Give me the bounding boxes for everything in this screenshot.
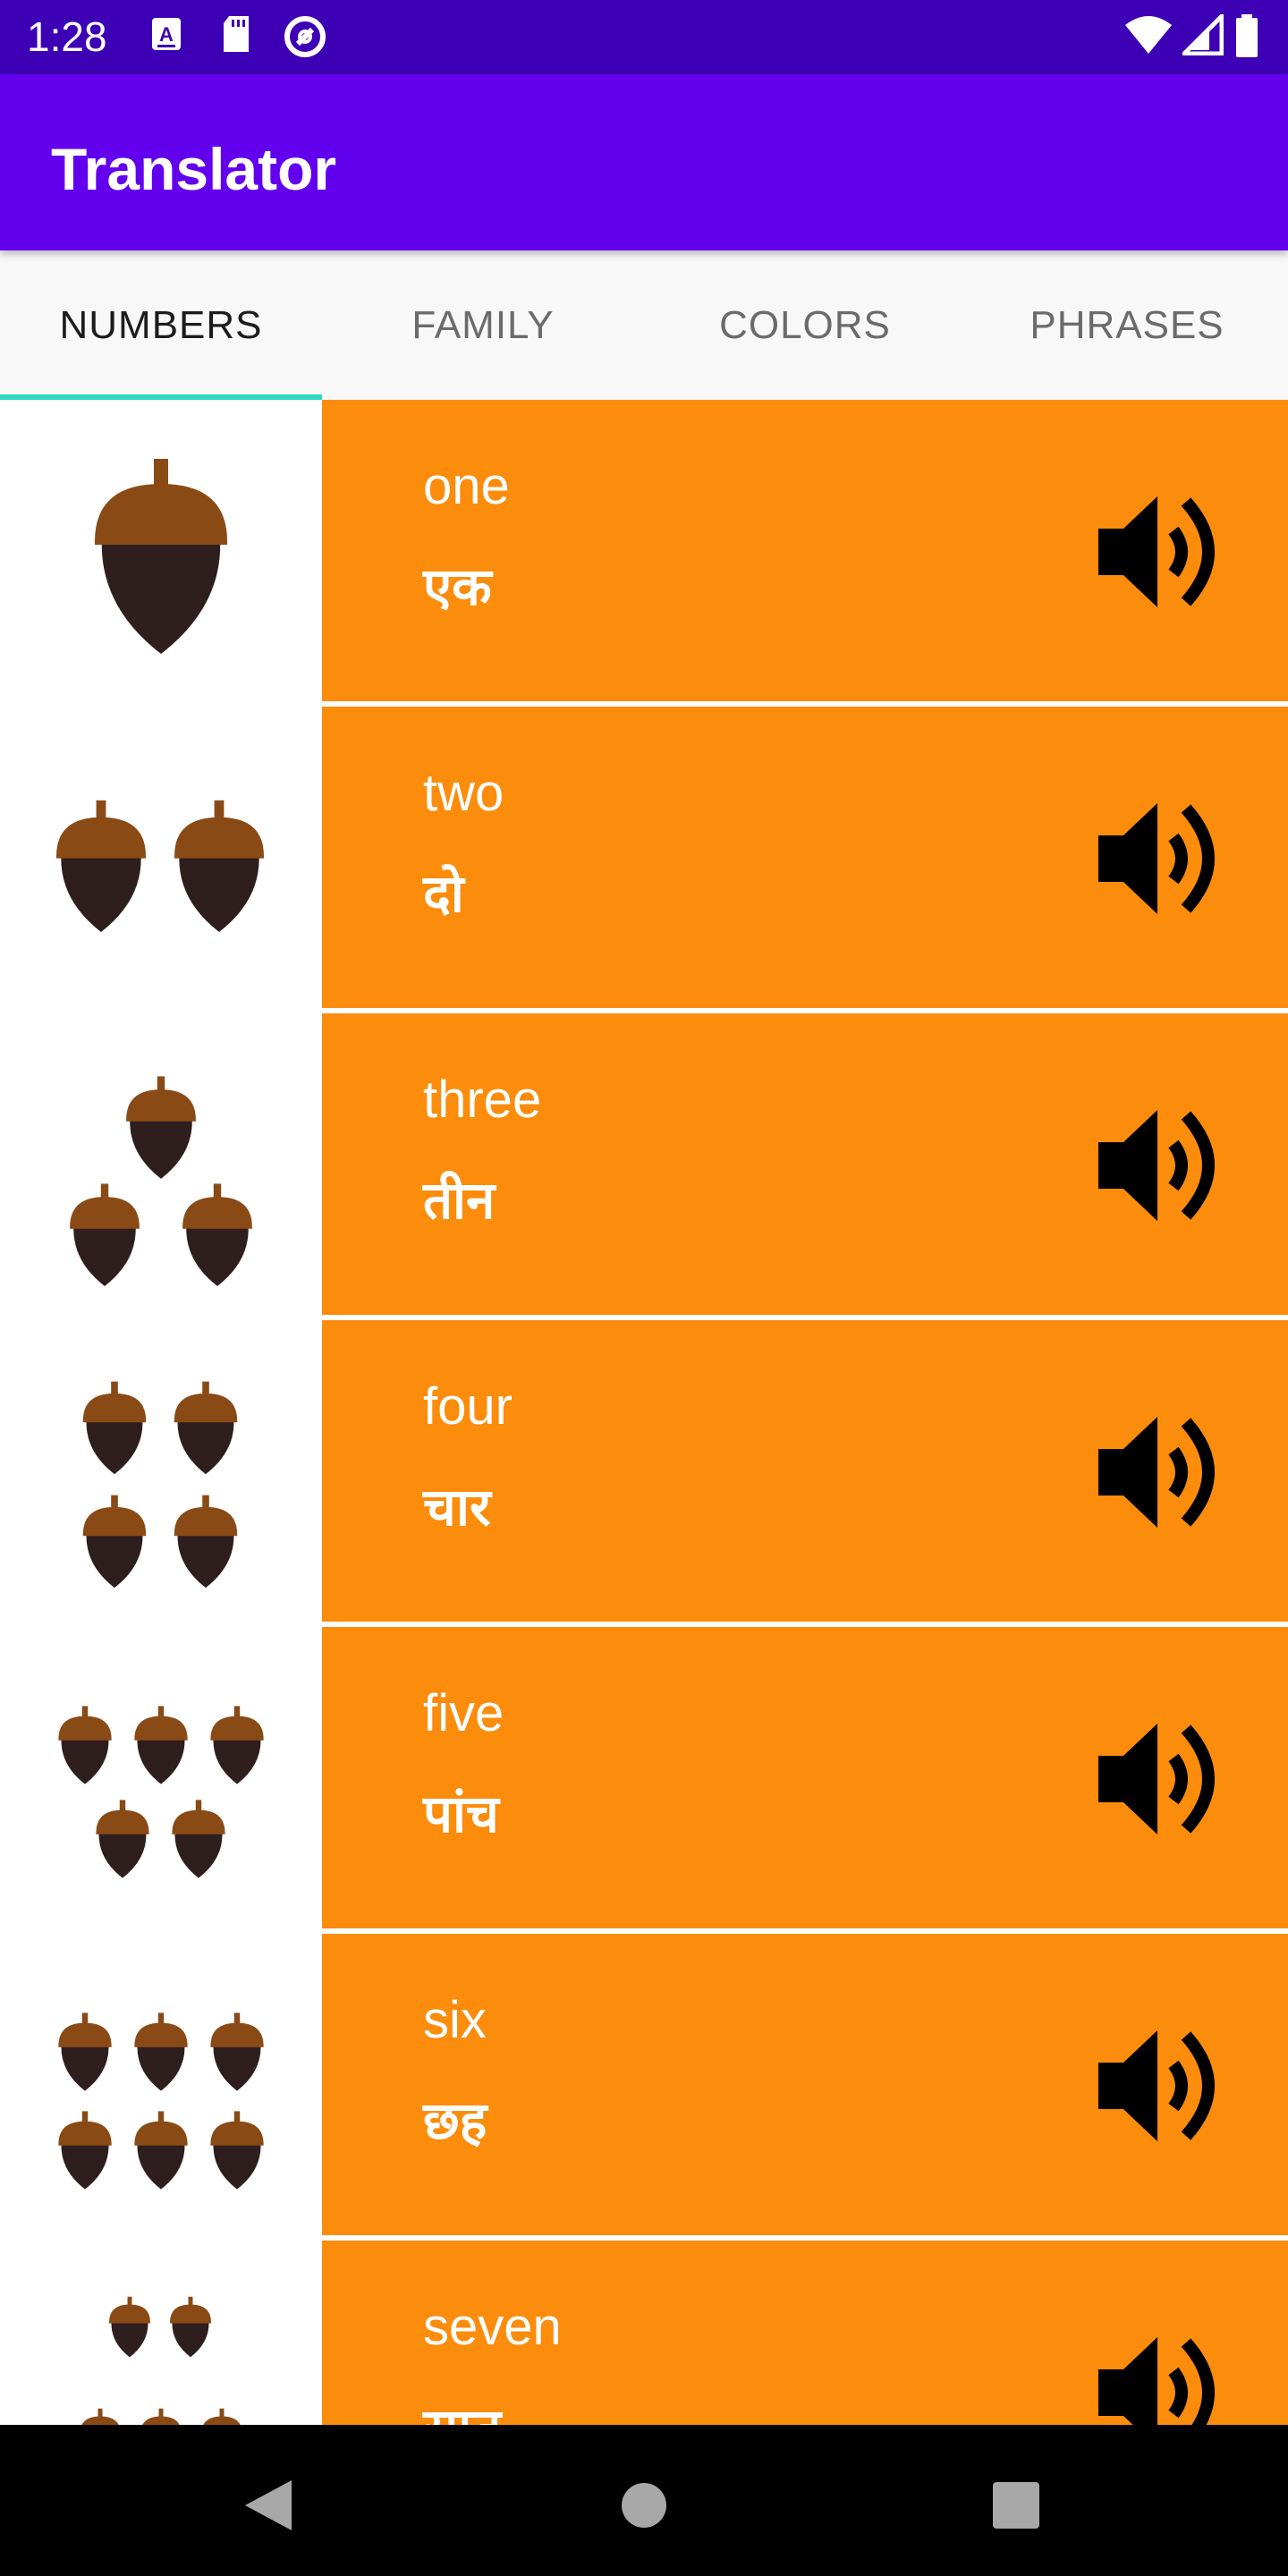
list-item[interactable]: six छह	[0, 1934, 1288, 2235]
list-item[interactable]: two दो	[0, 707, 1288, 1008]
acorn-shape	[210, 2111, 264, 2190]
acorn-shape	[81, 2408, 119, 2425]
acorn-shape	[210, 2012, 264, 2091]
translated-word: दो	[423, 865, 464, 923]
number-image	[0, 707, 322, 1008]
tab-colors[interactable]: COLORS	[644, 250, 966, 400]
speaker-icon[interactable]	[1097, 1410, 1231, 1535]
acorn-shape	[82, 1495, 147, 1589]
tab-numbers[interactable]: NUMBERS	[0, 250, 322, 400]
number-image	[0, 1627, 322, 1928]
acorn-shape	[142, 2408, 180, 2425]
no-disturb-icon	[284, 16, 326, 57]
wifi-icon	[1125, 16, 1172, 54]
acorn-icon	[94, 459, 228, 654]
acorn-shape	[134, 2012, 188, 2091]
acorn-shape	[170, 2296, 211, 2358]
acorn-shape	[172, 1800, 225, 1878]
signal-icon	[1182, 14, 1224, 55]
tab-phrases[interactable]: PHRASES	[966, 250, 1288, 400]
status-bar: 1:28 A	[0, 0, 1288, 74]
translated-word: पांच	[423, 1785, 499, 1843]
speaker-icon[interactable]	[1097, 796, 1231, 921]
app-bar: Translator	[0, 74, 1288, 250]
translated-word: तीन	[423, 1172, 496, 1230]
number-image	[0, 400, 322, 701]
nav-bar	[0, 2425, 1288, 2576]
english-word: two	[423, 764, 504, 822]
svg-text:A: A	[159, 23, 174, 46]
app-title: Translator	[51, 136, 337, 202]
acorn-shape	[56, 800, 146, 932]
number-image	[0, 1013, 322, 1315]
speaker-icon[interactable]	[1097, 1103, 1231, 1228]
acorn-shape	[174, 1495, 238, 1589]
acorn-icon	[81, 2296, 241, 2425]
acorn-shape	[58, 2012, 112, 2091]
translated-word: छह	[423, 2092, 487, 2150]
acorn-icon	[58, 2012, 264, 2190]
english-word: three	[423, 1071, 542, 1129]
sd-card-icon	[224, 16, 249, 52]
translated-word: एक	[423, 558, 492, 616]
number-image	[0, 1320, 322, 1622]
translated-word: सात	[423, 2394, 501, 2425]
home-icon[interactable]	[599, 2470, 689, 2541]
english-word: six	[423, 1991, 487, 2049]
acorn-shape	[126, 1076, 196, 1179]
acorn-shape	[203, 2408, 241, 2425]
list-item[interactable]: one एक	[0, 400, 1288, 701]
acorn-icon	[70, 1076, 252, 1286]
list-item[interactable]: three तीन	[0, 1013, 1288, 1315]
english-word: five	[423, 1684, 504, 1742]
word-list[interactable]: one एक two दो three तीन four चार five पा…	[0, 400, 1288, 2425]
status-time: 1:28	[27, 13, 107, 60]
acorn-icon	[56, 800, 264, 932]
acorn-shape	[70, 1183, 140, 1286]
tab-family[interactable]: FAMILY	[322, 250, 644, 400]
english-word: four	[423, 1377, 513, 1436]
list-item[interactable]: four चार	[0, 1320, 1288, 1622]
a-notification-icon: A	[152, 18, 181, 50]
translated-word: चार	[423, 1479, 491, 1537]
list-item[interactable]: five पांच	[0, 1627, 1288, 1928]
number-image	[0, 2241, 322, 2425]
acorn-shape	[134, 2111, 188, 2190]
acorn-icon	[58, 1706, 264, 1878]
acorn-shape	[174, 800, 264, 932]
speaker-icon[interactable]	[1097, 489, 1231, 614]
number-image	[0, 1934, 322, 2235]
acorn-shape	[134, 1706, 188, 1784]
speaker-icon[interactable]	[1097, 2330, 1231, 2425]
tab-bar: NUMBERS FAMILY COLORS PHRASES	[0, 250, 1288, 400]
list-item[interactable]: seven सात	[0, 2241, 1288, 2425]
acorn-shape	[182, 1183, 252, 1286]
acorn-shape	[109, 2296, 150, 2358]
acorn-shape	[58, 2111, 112, 2190]
acorn-shape	[174, 1381, 238, 1475]
english-word: seven	[423, 2298, 562, 2356]
recents-icon[interactable]	[971, 2470, 1061, 2541]
acorn-shape	[96, 1800, 149, 1878]
speaker-icon[interactable]	[1097, 2023, 1231, 2148]
acorn-shape	[82, 1381, 147, 1475]
speaker-icon[interactable]	[1097, 1716, 1231, 1842]
acorn-shape	[58, 1706, 112, 1784]
english-word: one	[423, 457, 510, 515]
battery-icon	[1236, 14, 1258, 57]
acorn-shape	[210, 1706, 264, 1784]
acorn-shape	[94, 459, 228, 654]
acorn-icon	[82, 1381, 238, 1589]
back-icon[interactable]	[224, 2470, 313, 2541]
